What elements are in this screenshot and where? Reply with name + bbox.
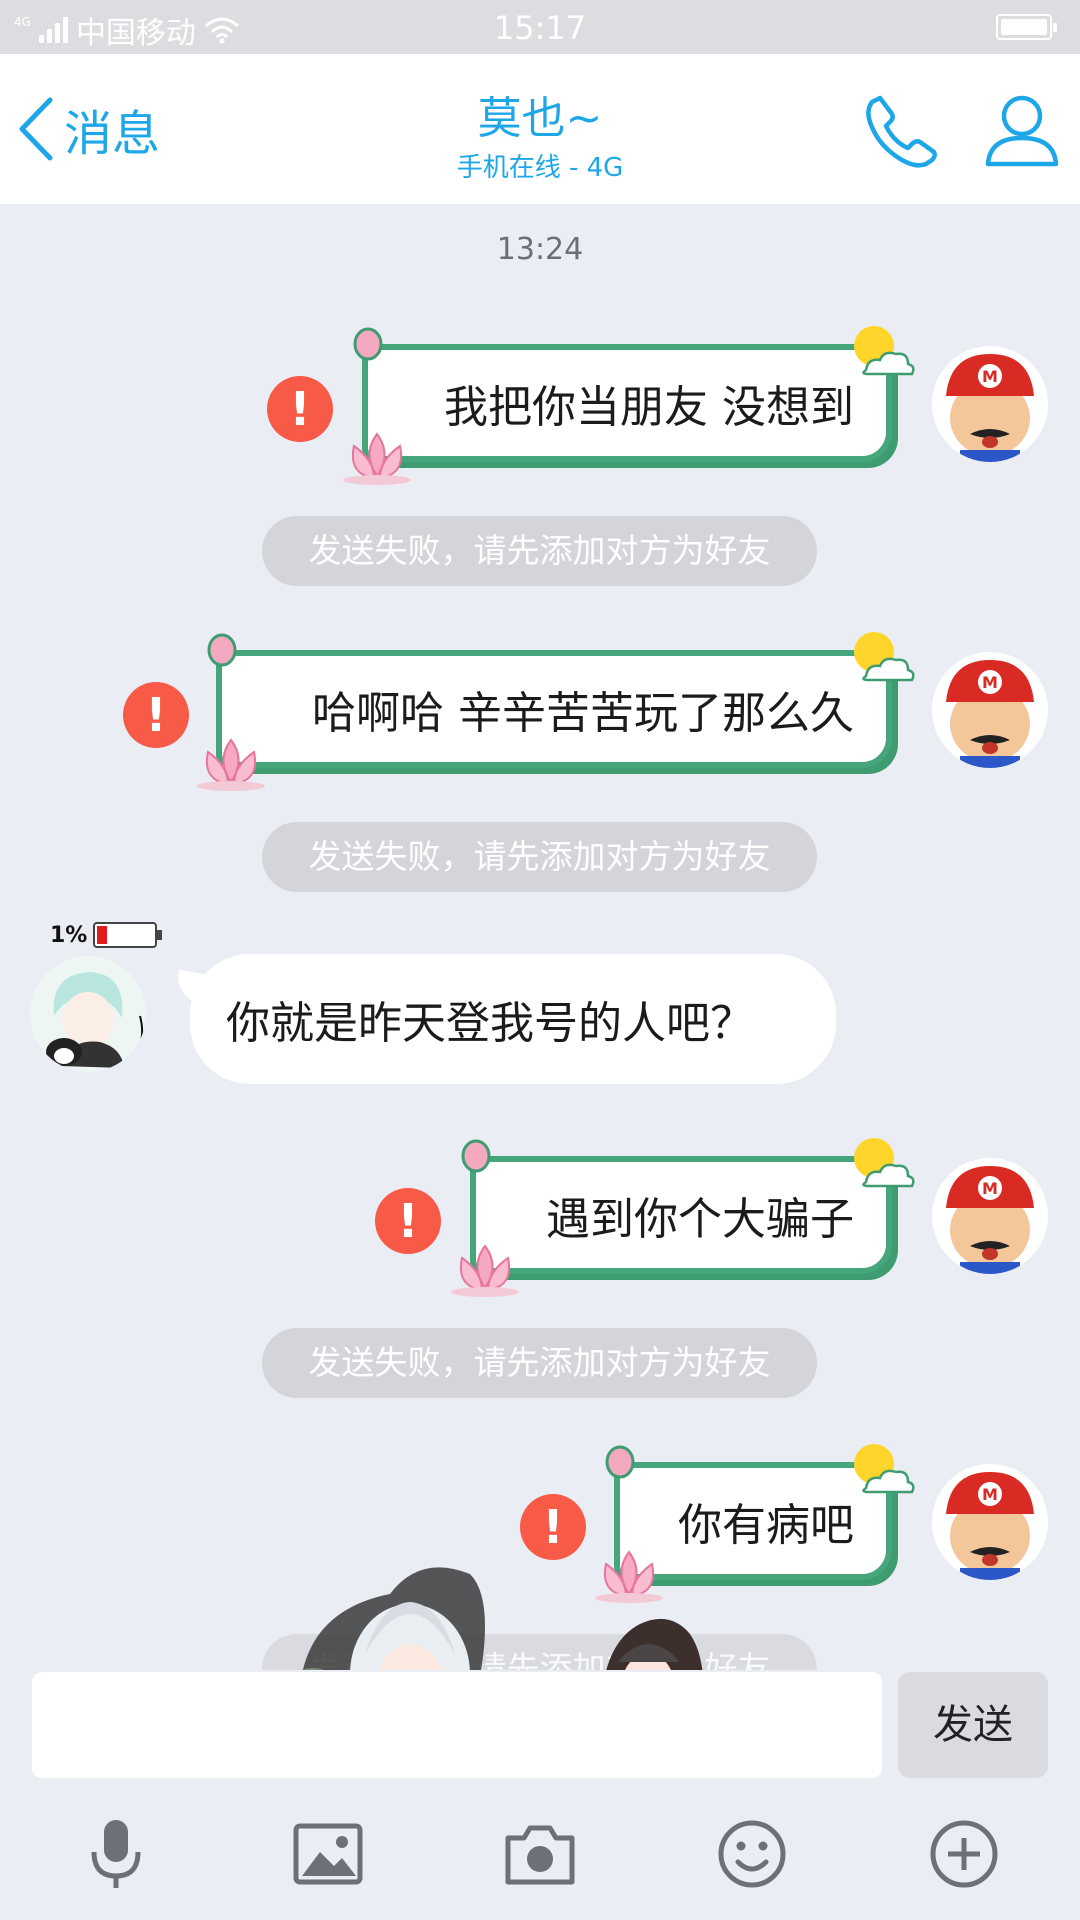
low-battery-icon (93, 922, 163, 948)
svg-text:M: M (982, 673, 998, 692)
system-notice: 发送失败，请先添加对方为好友 (262, 1328, 817, 1398)
plus-icon[interactable] (926, 1816, 1002, 1892)
svg-text:M: M (982, 367, 998, 386)
input-bar: 发送 (0, 1670, 1080, 1782)
avatar[interactable]: M (932, 652, 1048, 768)
svg-text:M: M (982, 1485, 998, 1504)
phone-icon[interactable] (862, 90, 942, 170)
svg-text:M: M (982, 1179, 998, 1198)
sticker-characters-image (301, 1567, 703, 1670)
avatar-mario-icon: M (932, 1158, 1048, 1274)
battery-badge: 1% (50, 922, 163, 948)
send-failed-icon[interactable]: ! (375, 1188, 441, 1254)
message-text: 遇到你个大骗子 (546, 1194, 854, 1245)
message-text: 你就是昨天登我号的人吧？ (226, 998, 754, 1049)
avatar[interactable] (30, 956, 146, 1072)
battery-badge-label: 1% (50, 922, 88, 948)
system-notice: 发送失败，请先添加对方为好友 (262, 822, 817, 892)
status-time: 15:17 (493, 9, 587, 47)
incoming-message-bubble[interactable]: 你就是昨天登我号的人吧？ (190, 954, 836, 1084)
send-button[interactable]: 发送 (898, 1672, 1048, 1778)
system-notice: 发送失败，请先添加对方为好友 (262, 516, 817, 586)
avatar[interactable]: M (932, 1158, 1048, 1274)
message-bubble[interactable]: 哈啊哈 辛辛苦苦玩了那么久 (197, 632, 915, 791)
send-failed-icon[interactable]: ! (123, 682, 189, 748)
image-icon[interactable] (290, 1816, 366, 1892)
emoji-icon[interactable] (714, 1816, 790, 1892)
chat-area[interactable]: 13:24 ! 我把你当朋友 没想到 M 发送失败，请先添加对方为好友 ! 哈啊… (0, 204, 1080, 1670)
profile-icon[interactable] (982, 90, 1062, 170)
chat-timestamp: 13:24 (496, 232, 584, 267)
camera-icon[interactable] (502, 1816, 578, 1892)
microphone-icon[interactable] (78, 1816, 154, 1892)
message-bubble[interactable]: 遇到你个大骗子 (451, 1138, 915, 1297)
avatar-mario-icon: M (932, 652, 1048, 768)
avatar[interactable]: M (932, 1464, 1048, 1580)
message-bubble[interactable]: 我把你当朋友 没想到 (343, 326, 915, 485)
message-input[interactable] (32, 1672, 882, 1778)
status-bar: 4G 中国移动 15:17 (0, 0, 1080, 54)
send-failed-icon[interactable]: ! (267, 376, 333, 442)
message-text: 哈啊哈 辛辛苦苦玩了那么久 (312, 688, 854, 739)
message-text: 我把你当朋友 没想到 (444, 382, 854, 433)
avatar-mario-icon: M (932, 1464, 1048, 1580)
battery-icon (996, 14, 1057, 40)
chat-header: 消息 莫也~ 手机在线 - 4G (0, 54, 1080, 204)
bottom-toolbar (0, 1782, 1080, 1920)
avatar-anime-icon (30, 956, 146, 1072)
avatar-mario-icon: M (932, 346, 1048, 462)
avatar[interactable]: M (932, 346, 1048, 462)
